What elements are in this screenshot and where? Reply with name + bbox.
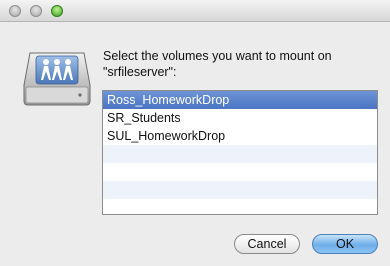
empty-list-row	[103, 145, 377, 163]
network-server-icon	[22, 45, 92, 107]
volume-list[interactable]: Ross_HomeworkDrop SR_Students SUL_Homewo…	[102, 90, 378, 215]
cancel-button[interactable]: Cancel	[234, 234, 300, 254]
dialog-prompt: Select the volumes you want to mount on …	[103, 49, 332, 79]
volume-item-ross-homeworkdrop[interactable]: Ross_HomeworkDrop	[103, 91, 377, 109]
volume-item-sr-students[interactable]: SR_Students	[103, 109, 377, 127]
title-bar	[0, 0, 390, 22]
volume-item-sul-homeworkdrop[interactable]: SUL_HomeworkDrop	[103, 127, 377, 145]
empty-list-row	[103, 181, 377, 199]
empty-list-row	[103, 163, 377, 181]
mount-volumes-dialog: Select the volumes you want to mount on …	[0, 0, 390, 266]
close-window-button[interactable]	[9, 5, 21, 17]
empty-list-row	[103, 199, 377, 214]
ok-button[interactable]: OK	[312, 234, 378, 254]
minimize-window-button[interactable]	[30, 5, 42, 17]
zoom-window-button[interactable]	[51, 5, 63, 17]
